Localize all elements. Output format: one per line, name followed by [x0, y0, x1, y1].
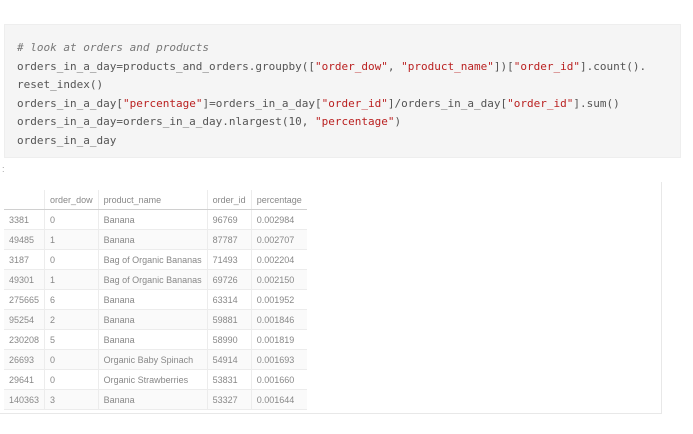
column-header: order_id — [207, 190, 252, 210]
table-row: 49485 1 Banana 87787 0.002707 — [4, 229, 307, 250]
table-row: 95254 2 Banana 59881 0.001846 — [4, 309, 307, 330]
table-cell: Banana — [98, 289, 208, 310]
table-cell: 6 — [44, 289, 99, 310]
table-cell: 3 — [44, 389, 99, 410]
row-index-cell: 230208 — [4, 329, 46, 350]
table-cell: Banana — [98, 209, 208, 230]
row-index-cell: 26693 — [4, 349, 46, 370]
table-row: 26693 0 Organic Baby Spinach 54914 0.001693 — [4, 349, 307, 370]
code-line-3: orders_in_a_day["percentage"]=orders_in_… — [17, 96, 620, 110]
table-cell: 63314 — [207, 289, 252, 310]
row-index-cell: 49301 — [4, 269, 46, 290]
row-index-cell: 140363 — [4, 389, 46, 410]
table-cell: Bag of Organic Bananas — [98, 249, 208, 270]
table-cell: Bag of Organic Bananas — [98, 269, 208, 290]
code-cell[interactable]: # look at orders and products orders_in_… — [4, 24, 681, 158]
table-cell: 0.001846 — [251, 309, 307, 330]
code-line-1: orders_in_a_day=products_and_orders.grou… — [17, 59, 647, 73]
table-cell: 87787 — [207, 229, 252, 250]
table-cell: 5 — [44, 329, 99, 350]
table-cell: 0 — [44, 369, 99, 390]
code-comment: # look at orders and products — [17, 41, 210, 54]
table-cell: 0.002707 — [251, 229, 307, 250]
dataframe-table: order_dow product_name order_id percentage … — [4, 190, 307, 410]
table-cell: 0.001660 — [251, 369, 307, 390]
table-cell: 53327 — [207, 389, 252, 410]
table-cell: 54914 — [207, 349, 252, 370]
table-cell: 59881 — [207, 309, 252, 330]
row-index-cell: 3381 — [4, 209, 46, 230]
table-cell: 0.002984 — [251, 209, 307, 230]
code-line-4: orders_in_a_day=orders_in_a_day.nlargest… — [17, 115, 402, 128]
output-prompt: : — [2, 164, 5, 174]
column-header: order_dow — [44, 190, 99, 210]
table-cell: 0.002204 — [251, 249, 307, 270]
table-cell: 69726 — [207, 269, 252, 290]
table-cell: 1 — [44, 269, 99, 290]
table-row: 29641 0 Organic Strawberries 53831 0.001660 — [4, 369, 307, 390]
table-cell: 0.001952 — [251, 289, 307, 310]
table-cell: 0 — [44, 209, 99, 230]
table-header-row: order_dow product_name order_id percentage — [4, 190, 307, 210]
table-cell: 0 — [44, 349, 99, 370]
table-cell: 96769 — [207, 209, 252, 230]
table-row: 3187 0 Bag of Organic Bananas 71493 0.002204 — [4, 249, 307, 270]
table-row: 230208 5 Banana 58990 0.001819 — [4, 329, 307, 350]
table-row: 3381 0 Banana 96769 0.002984 — [4, 209, 307, 230]
table-cell: Banana — [98, 229, 208, 250]
table-cell: Organic Baby Spinach — [98, 349, 208, 370]
table-cell: 1 — [44, 229, 99, 250]
table-row: 49301 1 Bag of Organic Bananas 69726 0.00215… — [4, 269, 307, 290]
table-cell: 71493 — [207, 249, 252, 270]
table-cell: 0.001644 — [251, 389, 307, 410]
table-cell: 2 — [44, 309, 99, 330]
row-index-cell: 29641 — [4, 369, 46, 390]
output-area: order_dow product_name order_id percentage … — [0, 182, 662, 414]
table-cell: 0 — [44, 249, 99, 270]
table-cell: 58990 — [207, 329, 252, 350]
row-index-cell: 275665 — [4, 289, 46, 310]
code-line-5: orders_in_a_day — [17, 133, 117, 147]
table-cell: 53831 — [207, 369, 252, 390]
table-cell: 0.001819 — [251, 329, 307, 350]
table-cell: Banana — [98, 389, 208, 410]
table-row: 140363 3 Banana 53327 0.001644 — [4, 389, 307, 410]
table-cell: Banana — [98, 309, 208, 330]
table-cell: 0.002150 — [251, 269, 307, 290]
row-index-cell: 49485 — [4, 229, 46, 250]
column-header: percentage — [251, 190, 307, 210]
table-cell: Banana — [98, 329, 208, 350]
column-header: product_name — [98, 190, 208, 210]
code-line-2: reset_index() — [17, 78, 104, 91]
row-index-cell: 3187 — [4, 249, 46, 270]
row-index-cell: 95254 — [4, 309, 46, 330]
table-cell: 0.001693 — [251, 349, 307, 370]
column-header — [4, 190, 46, 210]
table-row: 275665 6 Banana 63314 0.001952 — [4, 289, 307, 310]
table-cell: Organic Strawberries — [98, 369, 208, 390]
